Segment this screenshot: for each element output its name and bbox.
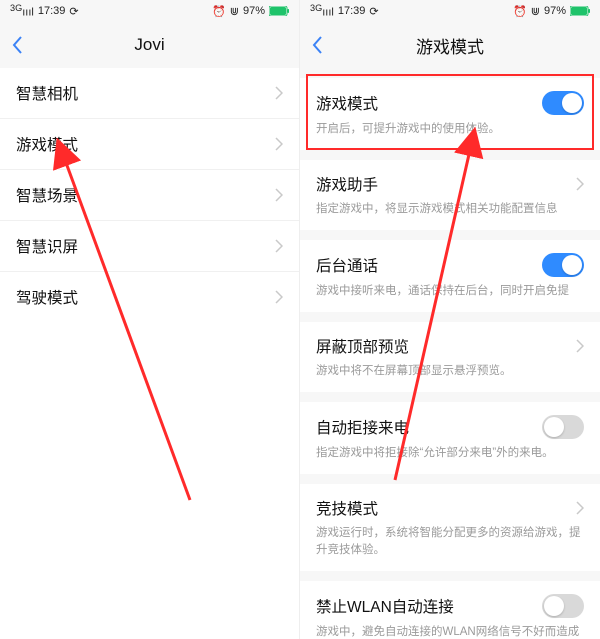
chevron-right-icon: [275, 86, 283, 100]
row-sub: 游戏中接听来电，通话保持在后台，同时开启免提: [316, 283, 584, 299]
list-item-smart-screen[interactable]: 智慧识屏: [0, 220, 299, 271]
row-sub: 指定游戏中，将显示游戏模式相关功能配置信息: [316, 201, 584, 217]
signal-label: 3Gıııl: [310, 3, 334, 19]
settings-list: 游戏模式 开启后，可提升游戏中的使用体验。 游戏助手 指定游戏中，将显示游戏模式…: [300, 68, 600, 639]
list-item-label: 智慧相机: [16, 82, 78, 104]
chevron-right-icon: [275, 137, 283, 151]
row-game-mode[interactable]: 游戏模式 开启后，可提升游戏中的使用体验。: [300, 78, 600, 150]
chevron-right-icon: [576, 501, 584, 515]
row-game-assistant[interactable]: 游戏助手 指定游戏中，将显示游戏模式相关功能配置信息: [300, 160, 600, 230]
chevron-left-icon: [12, 35, 24, 55]
row-block-preview[interactable]: 屏蔽顶部预览 游戏中将不在屏幕顶部显示悬浮预览。: [300, 322, 600, 392]
row-disable-wlan-auto[interactable]: 禁止WLAN自动连接 游戏中，避免自动连接的WLAN网络信号不好而造成: [300, 581, 600, 639]
settings-list: 智慧相机 游戏模式 智慧场景 智慧识屏: [0, 68, 299, 639]
row-competitive-mode[interactable]: 竞技模式 游戏运行时，系统将智能分配更多的资源给游戏，提升竞技体验。: [300, 484, 600, 570]
row-label: 游戏助手: [316, 173, 378, 195]
list-item-label: 智慧识屏: [16, 235, 78, 257]
page-title: Jovi: [0, 35, 299, 55]
list-item-game-mode[interactable]: 游戏模式: [0, 118, 299, 169]
sync-icon: ⟳: [69, 5, 78, 18]
row-auto-reject-call[interactable]: 自动拒接来电 指定游戏中将拒接除“允许部分来电”外的来电。: [300, 402, 600, 474]
time-label: 17:39: [38, 5, 66, 17]
nav-bar: 游戏模式: [300, 22, 600, 68]
status-bar: 3Gıııl 17:39 ⟳ ⏰ ⋓ 97%: [300, 0, 600, 22]
toggle-disable-wlan[interactable]: [542, 594, 584, 618]
battery-icon: [269, 6, 289, 16]
toggle-auto-reject[interactable]: [542, 415, 584, 439]
row-label: 竞技模式: [316, 497, 378, 519]
page-title: 游戏模式: [300, 33, 600, 58]
nav-bar: Jovi: [0, 22, 299, 68]
wakeup-icon: ⋓: [531, 5, 540, 18]
chevron-right-icon: [275, 188, 283, 202]
row-sub: 游戏中，避免自动连接的WLAN网络信号不好而造成: [316, 624, 584, 639]
back-button[interactable]: [12, 35, 24, 55]
battery-label: 97%: [544, 5, 566, 17]
list-item-label: 游戏模式: [16, 133, 78, 155]
list-item-smart-camera[interactable]: 智慧相机: [0, 68, 299, 118]
row-sub: 游戏中将不在屏幕顶部显示悬浮预览。: [316, 363, 584, 379]
toggle-background-call[interactable]: [542, 253, 584, 277]
row-label: 游戏模式: [316, 92, 378, 114]
row-label: 后台通话: [316, 254, 378, 276]
sync-icon: ⟳: [369, 5, 378, 18]
list-item-smart-scene[interactable]: 智慧场景: [0, 169, 299, 220]
chevron-right-icon: [576, 177, 584, 191]
list-item-label: 智慧场景: [16, 184, 78, 206]
row-label: 屏蔽顶部预览: [316, 335, 409, 357]
row-label: 禁止WLAN自动连接: [316, 595, 454, 617]
list-item-driving-mode[interactable]: 驾驶模式: [0, 271, 299, 322]
row-label: 自动拒接来电: [316, 416, 409, 438]
alarm-icon: ⏰: [513, 5, 527, 18]
phone-left: 3Gıııl 17:39 ⟳ ⏰ ⋓ 97% Jovi 智慧相机: [0, 0, 300, 639]
back-button[interactable]: [312, 35, 324, 55]
status-bar: 3Gıııl 17:39 ⟳ ⏰ ⋓ 97%: [0, 0, 299, 22]
battery-icon: [570, 6, 590, 16]
row-sub: 开启后，可提升游戏中的使用体验。: [316, 121, 584, 137]
row-background-call[interactable]: 后台通话 游戏中接听来电，通话保持在后台，同时开启免提: [300, 240, 600, 312]
chevron-right-icon: [275, 239, 283, 253]
row-sub: 指定游戏中将拒接除“允许部分来电”外的来电。: [316, 445, 584, 461]
battery-label: 97%: [243, 5, 265, 17]
alarm-icon: ⏰: [212, 5, 226, 18]
phone-right: 3Gıııl 17:39 ⟳ ⏰ ⋓ 97% 游戏模式 游戏模式: [300, 0, 600, 639]
chevron-right-icon: [576, 339, 584, 353]
row-sub: 游戏运行时，系统将智能分配更多的资源给游戏，提升竞技体验。: [316, 525, 584, 557]
toggle-game-mode[interactable]: [542, 91, 584, 115]
time-label: 17:39: [338, 5, 366, 17]
signal-label: 3Gıııl: [10, 3, 34, 19]
chevron-left-icon: [312, 35, 324, 55]
chevron-right-icon: [275, 290, 283, 304]
wakeup-icon: ⋓: [230, 5, 239, 18]
list-item-label: 驾驶模式: [16, 286, 78, 308]
